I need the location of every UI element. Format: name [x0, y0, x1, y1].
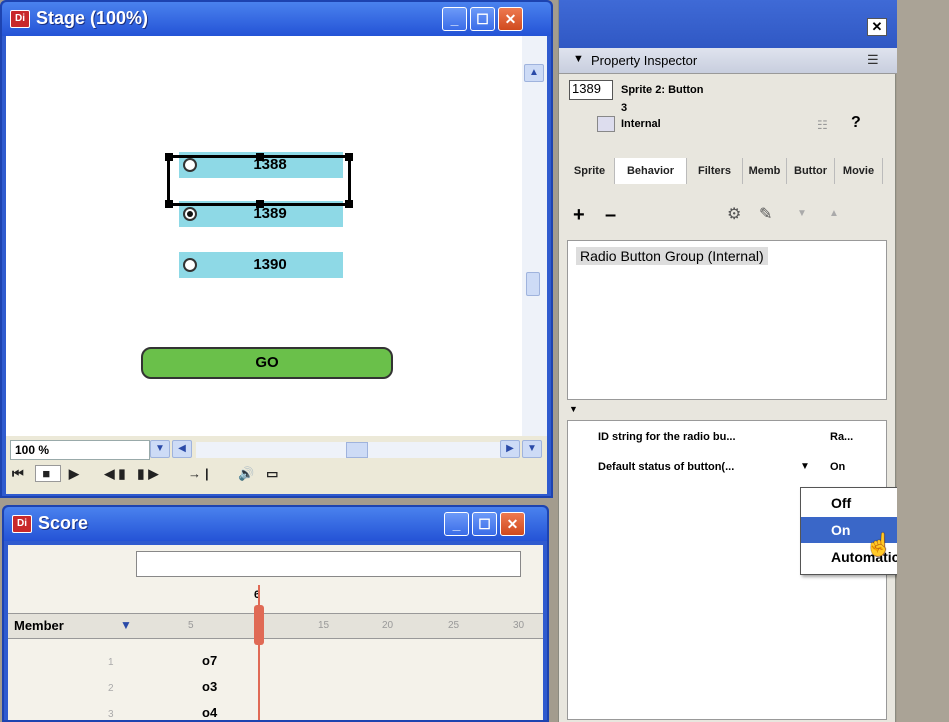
panel-title: Property Inspector: [591, 53, 698, 68]
sprite-span[interactable]: o7: [202, 653, 217, 668]
play-icon[interactable]: ▶: [69, 466, 83, 481]
collapse-triangle-icon[interactable]: ▼: [573, 53, 584, 65]
score-window: Di Score _ ☐ ✕ Member ▼ 5 15 20 25 30 6 …: [2, 505, 549, 722]
tab-sprite[interactable]: Sprite: [565, 158, 615, 184]
resize-handle[interactable]: [345, 153, 353, 161]
sprite-info: Sprite 2: Button: [621, 84, 704, 96]
dvd-icon[interactable]: ▭: [266, 466, 282, 481]
resize-handle[interactable]: [256, 153, 264, 161]
director-app-icon: Di: [12, 515, 32, 533]
sprite-span[interactable]: o4: [202, 705, 217, 720]
tab-movie[interactable]: Movie: [835, 158, 883, 184]
stop-icon[interactable]: ■: [35, 465, 62, 482]
close-icon[interactable]: ✕: [867, 18, 887, 36]
director-app-icon: Di: [10, 10, 30, 28]
channel-number: 1: [108, 657, 114, 668]
minimize-button[interactable]: _: [444, 512, 469, 536]
desktop-background: [897, 0, 949, 722]
ruler-tick: 25: [448, 620, 460, 631]
stage-window: Di Stage (100%) _ ☐ ✕ 1388 1389 1390 GO …: [0, 0, 553, 498]
move-up-icon[interactable]: ▲: [829, 208, 839, 219]
param-value[interactable]: On: [830, 461, 845, 473]
chevron-down-icon[interactable]: ▼: [120, 618, 132, 632]
ruler-tick: 15: [318, 620, 330, 631]
playback-controls: ⏮ ■ ▶ ◀▮ ▮▶ →| 🔊 ▭: [12, 465, 282, 482]
move-down-icon[interactable]: ▼: [797, 208, 807, 219]
channel-info: 3: [621, 102, 628, 114]
maximize-button[interactable]: ☐: [472, 512, 497, 536]
remove-behavior-icon[interactable]: –: [605, 204, 616, 227]
member-thumbnail-icon: [597, 116, 615, 132]
stage-titlebar[interactable]: Di Stage (100%) _ ☐ ✕: [2, 2, 551, 36]
h-scroll-thumb[interactable]: [346, 442, 368, 458]
frame-ruler[interactable]: Member ▼ 5 15 20 25 30: [8, 613, 543, 639]
radio-button-1390[interactable]: 1390: [179, 252, 343, 278]
cast-info: Internal: [621, 118, 661, 130]
parameters-toggle-icon[interactable]: ▼: [569, 404, 578, 414]
stage-control-bar: 100 % ▼ ◀ ▶ ▼ ⏮ ■ ▶ ◀▮ ▮▶ →| 🔊 ▭: [6, 436, 547, 494]
dropdown-arrow-icon[interactable]: ▼: [800, 461, 810, 472]
stage-canvas[interactable]: 1388 1389 1390 GO: [6, 36, 522, 436]
scroll-thumb[interactable]: [526, 272, 540, 296]
panel-header: ✕: [559, 0, 897, 48]
score-titlebar[interactable]: Di Score _ ☐ ✕: [4, 507, 547, 541]
tab-member[interactable]: Memb: [743, 158, 787, 184]
resize-handle[interactable]: [165, 153, 173, 161]
property-inspector-panel: ✕ ▼ Property Inspector ☰ 1389 Sprite 2: …: [558, 0, 897, 722]
help-icon[interactable]: ?: [851, 114, 861, 132]
close-button[interactable]: ✕: [500, 512, 525, 536]
scroll-right-icon[interactable]: ▶: [500, 440, 520, 458]
resize-handle[interactable]: [165, 200, 173, 208]
add-behavior-icon[interactable]: +: [573, 204, 585, 227]
horizontal-scrollbar[interactable]: [196, 442, 518, 458]
tab-filters[interactable]: Filters: [687, 158, 743, 184]
resize-handle[interactable]: [256, 200, 264, 208]
script-icon[interactable]: ⚙: [727, 204, 741, 224]
stage-vertical-scrollbar[interactable]: ▲: [522, 36, 547, 436]
member-number: 1389: [569, 80, 613, 100]
param-name: Default status of button(...: [598, 461, 735, 473]
inspector-icon[interactable]: ✎: [759, 204, 772, 224]
close-button[interactable]: ✕: [498, 7, 523, 31]
sprite-selection-box[interactable]: [165, 153, 353, 208]
rewind-icon[interactable]: ⏮: [12, 466, 28, 481]
zoom-chevron-down-icon[interactable]: ▼: [150, 440, 170, 458]
radio-label: 1390: [253, 256, 287, 273]
ruler-tick: 20: [382, 620, 394, 631]
marker-channel[interactable]: [136, 551, 521, 577]
panel-title-bar[interactable]: ▼ Property Inspector ☰: [559, 48, 897, 74]
ruler-tick: 30: [513, 620, 525, 631]
sprite-span[interactable]: o3: [202, 679, 217, 694]
channel-number: 3: [108, 709, 114, 720]
step-back-icon[interactable]: ◀▮: [104, 466, 129, 481]
channel-number: 2: [108, 683, 114, 694]
zoom-select[interactable]: 100 %: [10, 440, 150, 460]
score-grid[interactable]: Member ▼ 5 15 20 25 30 6 1 2 3 o7 o3 o4: [8, 545, 543, 720]
loop-icon[interactable]: →|: [188, 466, 213, 481]
scroll-down-icon[interactable]: ▼: [522, 440, 542, 458]
go-button[interactable]: GO: [141, 347, 393, 379]
mouse-cursor-icon: ☝: [865, 532, 893, 557]
scroll-left-icon[interactable]: ◀: [172, 440, 192, 458]
tab-behavior[interactable]: Behavior: [615, 158, 687, 184]
score-title: Score: [38, 513, 89, 533]
ruler-tick: 5: [188, 620, 194, 631]
display-mode-label[interactable]: Member: [14, 618, 64, 633]
tab-button[interactable]: Buttor: [787, 158, 835, 184]
stage-title: Stage (100%): [36, 8, 149, 28]
list-view-icon[interactable]: ☷: [817, 118, 828, 132]
list-options-icon[interactable]: ☰: [867, 52, 879, 68]
volume-icon[interactable]: 🔊: [238, 466, 258, 481]
resize-handle[interactable]: [345, 200, 353, 208]
scroll-up-icon[interactable]: ▲: [524, 64, 544, 82]
param-value[interactable]: Ra...: [830, 431, 853, 443]
playhead-line: [258, 585, 260, 720]
behavior-list[interactable]: Radio Button Group (Internal): [567, 240, 887, 400]
step-forward-icon[interactable]: ▮▶: [137, 466, 162, 481]
minimize-button[interactable]: _: [442, 7, 467, 31]
maximize-button[interactable]: ☐: [470, 7, 495, 31]
behavior-item[interactable]: Radio Button Group (Internal): [576, 247, 768, 265]
param-name: ID string for the radio bu...: [598, 431, 736, 443]
